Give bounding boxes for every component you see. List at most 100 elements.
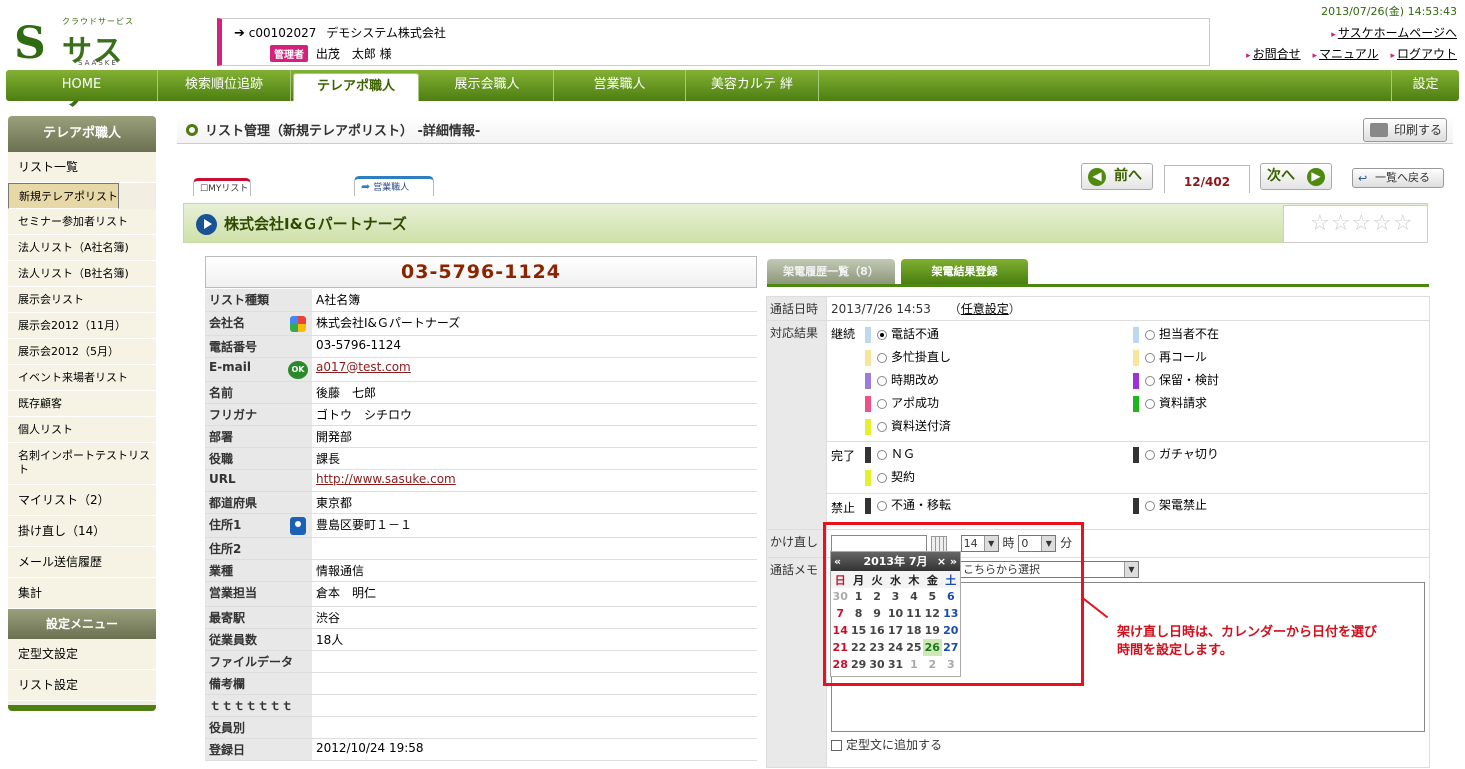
arrow-icon: ▸ bbox=[1312, 51, 1317, 61]
tab-call-result[interactable]: 架電結果登録 bbox=[901, 259, 1028, 284]
sidebar-item-seminar[interactable]: セミナー参加者リスト bbox=[8, 209, 156, 235]
sidebar: テレアポ職人 リスト一覧 新規テレアポリスト セミナー参加者リスト 法人リスト（… bbox=[8, 116, 156, 711]
next-button[interactable]: 次へ ▶ bbox=[1260, 163, 1332, 190]
result-option-r1[interactable]: 電話不通 bbox=[865, 325, 939, 343]
info-key-label: E-mail bbox=[209, 359, 252, 374]
info-value: 18人 bbox=[312, 628, 757, 651]
radio-button[interactable] bbox=[1145, 352, 1155, 363]
radio-button[interactable] bbox=[1145, 329, 1155, 340]
info-key: ｔｔｔｔｔｔｔ bbox=[205, 694, 312, 717]
radio-button[interactable] bbox=[877, 472, 887, 483]
sidebar-item-recall[interactable]: 掛け直し（14） bbox=[8, 516, 156, 547]
sidebar-item-list-settings[interactable]: リスト設定 bbox=[8, 670, 156, 701]
sidebar-item-corp-b[interactable]: 法人リスト（B社名簿) bbox=[8, 261, 156, 287]
result-option-r4[interactable]: アポ成功 bbox=[865, 394, 939, 412]
result-option-r5[interactable]: 資料送付済 bbox=[865, 417, 951, 435]
radio-button[interactable] bbox=[877, 449, 887, 460]
result-option-r2[interactable]: 多忙掛直し bbox=[865, 348, 951, 366]
sidebar-item-existing[interactable]: 既存顧客 bbox=[8, 391, 156, 417]
right-tabs: 架電履歴一覧（8） 架電結果登録 bbox=[767, 259, 1429, 287]
result-option-r14[interactable]: 架電禁止 bbox=[1133, 496, 1207, 514]
radio-button[interactable] bbox=[877, 329, 887, 340]
nav-home[interactable]: HOME bbox=[6, 70, 158, 101]
nav-sales[interactable]: 営業職人 bbox=[554, 70, 686, 101]
info-key: 役員別 bbox=[205, 716, 312, 739]
info-row: URL http://www.sasuke.com bbox=[205, 469, 757, 492]
sidebar-item-exhibition-nov[interactable]: 展示会2012（11月） bbox=[8, 313, 156, 339]
result-option-r11[interactable]: 契約 bbox=[865, 468, 915, 486]
sidebar-item-mail-history[interactable]: メール送信履歴 bbox=[8, 547, 156, 578]
sidebar-item-list[interactable]: リスト一覧 bbox=[8, 152, 156, 183]
info-key-label: 電話番号 bbox=[209, 339, 258, 354]
homepage-link[interactable]: サスケホームページへ bbox=[1338, 26, 1457, 40]
radio-button[interactable] bbox=[877, 352, 887, 363]
info-link[interactable]: a017@test.com bbox=[316, 360, 411, 374]
info-key-label: 役職 bbox=[209, 451, 234, 466]
radio-button[interactable] bbox=[1145, 449, 1155, 460]
info-key: 電話番号 bbox=[205, 335, 312, 358]
result-option-r12[interactable]: ガチャ切り bbox=[1133, 445, 1219, 463]
sidebar-item-mylist[interactable]: マイリスト（2） bbox=[8, 485, 156, 516]
page-title-bar: リスト管理（新規テレアポリスト） -詳細情報- bbox=[177, 116, 1453, 144]
radio-button[interactable] bbox=[877, 375, 887, 386]
result-option-r7[interactable]: 再コール bbox=[1133, 348, 1207, 366]
radio-button[interactable] bbox=[1145, 398, 1155, 409]
prev-button[interactable]: ◀ 前へ bbox=[1081, 163, 1153, 190]
info-value: 渋谷 bbox=[312, 606, 757, 629]
result-option-label: ガチャ切り bbox=[1159, 447, 1219, 461]
tab-mylist[interactable]: ☐MYリスト bbox=[193, 178, 251, 196]
result-option-r10[interactable]: ＮＧ bbox=[865, 445, 915, 463]
call-time-cell: 2013/7/26 14:53 （任意設定） bbox=[826, 296, 1430, 321]
tab-sales[interactable]: ➦ 営業職人 bbox=[354, 176, 434, 196]
info-link[interactable]: http://www.sasuke.com bbox=[316, 472, 456, 486]
user-name: 出茂 太郎 様 bbox=[315, 47, 392, 61]
rating-stars[interactable]: ☆☆☆☆☆ bbox=[1283, 205, 1428, 243]
nav-settings[interactable]: 設定 bbox=[1391, 70, 1459, 101]
info-key: 登録日 bbox=[205, 738, 312, 761]
radio-button[interactable] bbox=[1145, 500, 1155, 511]
tab-call-history[interactable]: 架電履歴一覧（8） bbox=[767, 259, 895, 284]
info-key: URL bbox=[205, 469, 312, 492]
result-option-r9[interactable]: 資料請求 bbox=[1133, 394, 1207, 412]
radio-button[interactable] bbox=[1145, 375, 1155, 386]
manual-link[interactable]: マニュアル bbox=[1319, 47, 1379, 61]
sidebar-item-new-teleapo[interactable]: 新規テレアポリスト bbox=[8, 183, 119, 209]
nav-rank-tracking[interactable]: 検索順位追跡 bbox=[158, 70, 291, 101]
phone-number[interactable]: 03-5796-1124 bbox=[205, 256, 757, 288]
result-option-r3[interactable]: 時期改め bbox=[865, 371, 939, 389]
sidebar-item-template[interactable]: 定型文設定 bbox=[8, 639, 156, 670]
checkbox-icon: ☐ bbox=[200, 184, 209, 194]
sidebar-item-corp-a[interactable]: 法人リスト（A社名簿) bbox=[8, 235, 156, 261]
sidebar-item-exhibition[interactable]: 展示会リスト bbox=[8, 287, 156, 313]
result-option-r8[interactable]: 保留・検討 bbox=[1133, 371, 1219, 389]
sidebar-bottom bbox=[8, 705, 156, 711]
result-option-r13[interactable]: 不通・移転 bbox=[865, 496, 951, 514]
nav-beauty[interactable]: 美容カルテ 絆 bbox=[686, 70, 819, 101]
nav-exhibition[interactable]: 展示会職人 bbox=[421, 70, 554, 101]
radio-button[interactable] bbox=[877, 398, 887, 409]
template-checkbox[interactable] bbox=[831, 740, 842, 751]
result-option-label: 架電禁止 bbox=[1159, 498, 1208, 512]
radio-button[interactable] bbox=[877, 421, 887, 432]
result-option-r6[interactable]: 担当者不在 bbox=[1133, 325, 1219, 343]
call-time-set-link[interactable]: 任意設定 bbox=[961, 302, 1009, 316]
logo[interactable]: S クラウドサービス サスケ SAASKE bbox=[14, 14, 144, 113]
radio-button[interactable] bbox=[877, 500, 887, 511]
nav-teleapo[interactable]: テレアポ職人 bbox=[293, 73, 419, 101]
sidebar-item-event[interactable]: イベント来場者リスト bbox=[8, 365, 156, 391]
info-key-label: 部署 bbox=[209, 429, 234, 444]
print-button[interactable]: 印刷する bbox=[1363, 118, 1447, 142]
sidebar-item-card-import[interactable]: 名刺インポートテストリスト bbox=[8, 443, 156, 485]
contact-link[interactable]: お問合せ bbox=[1253, 47, 1301, 61]
sidebar-item-exhibition-may[interactable]: 展示会2012（5月） bbox=[8, 339, 156, 365]
sidebar-item-personal[interactable]: 個人リスト bbox=[8, 417, 156, 443]
annotation-line-2: 時間を設定します。 bbox=[1117, 643, 1233, 658]
mail-ok-icon[interactable]: OK bbox=[288, 360, 308, 379]
google-search-icon[interactable] bbox=[290, 315, 306, 332]
back-to-list-button[interactable]: ↩ 一覧へ戻る bbox=[1352, 168, 1444, 188]
map-pin-icon[interactable] bbox=[290, 516, 306, 535]
result-option-label: 多忙掛直し bbox=[891, 350, 952, 364]
sidebar-item-summary[interactable]: 集計 bbox=[8, 578, 156, 609]
result-option-label: 担当者不在 bbox=[1159, 327, 1220, 341]
logout-link[interactable]: ログアウト bbox=[1397, 47, 1457, 61]
